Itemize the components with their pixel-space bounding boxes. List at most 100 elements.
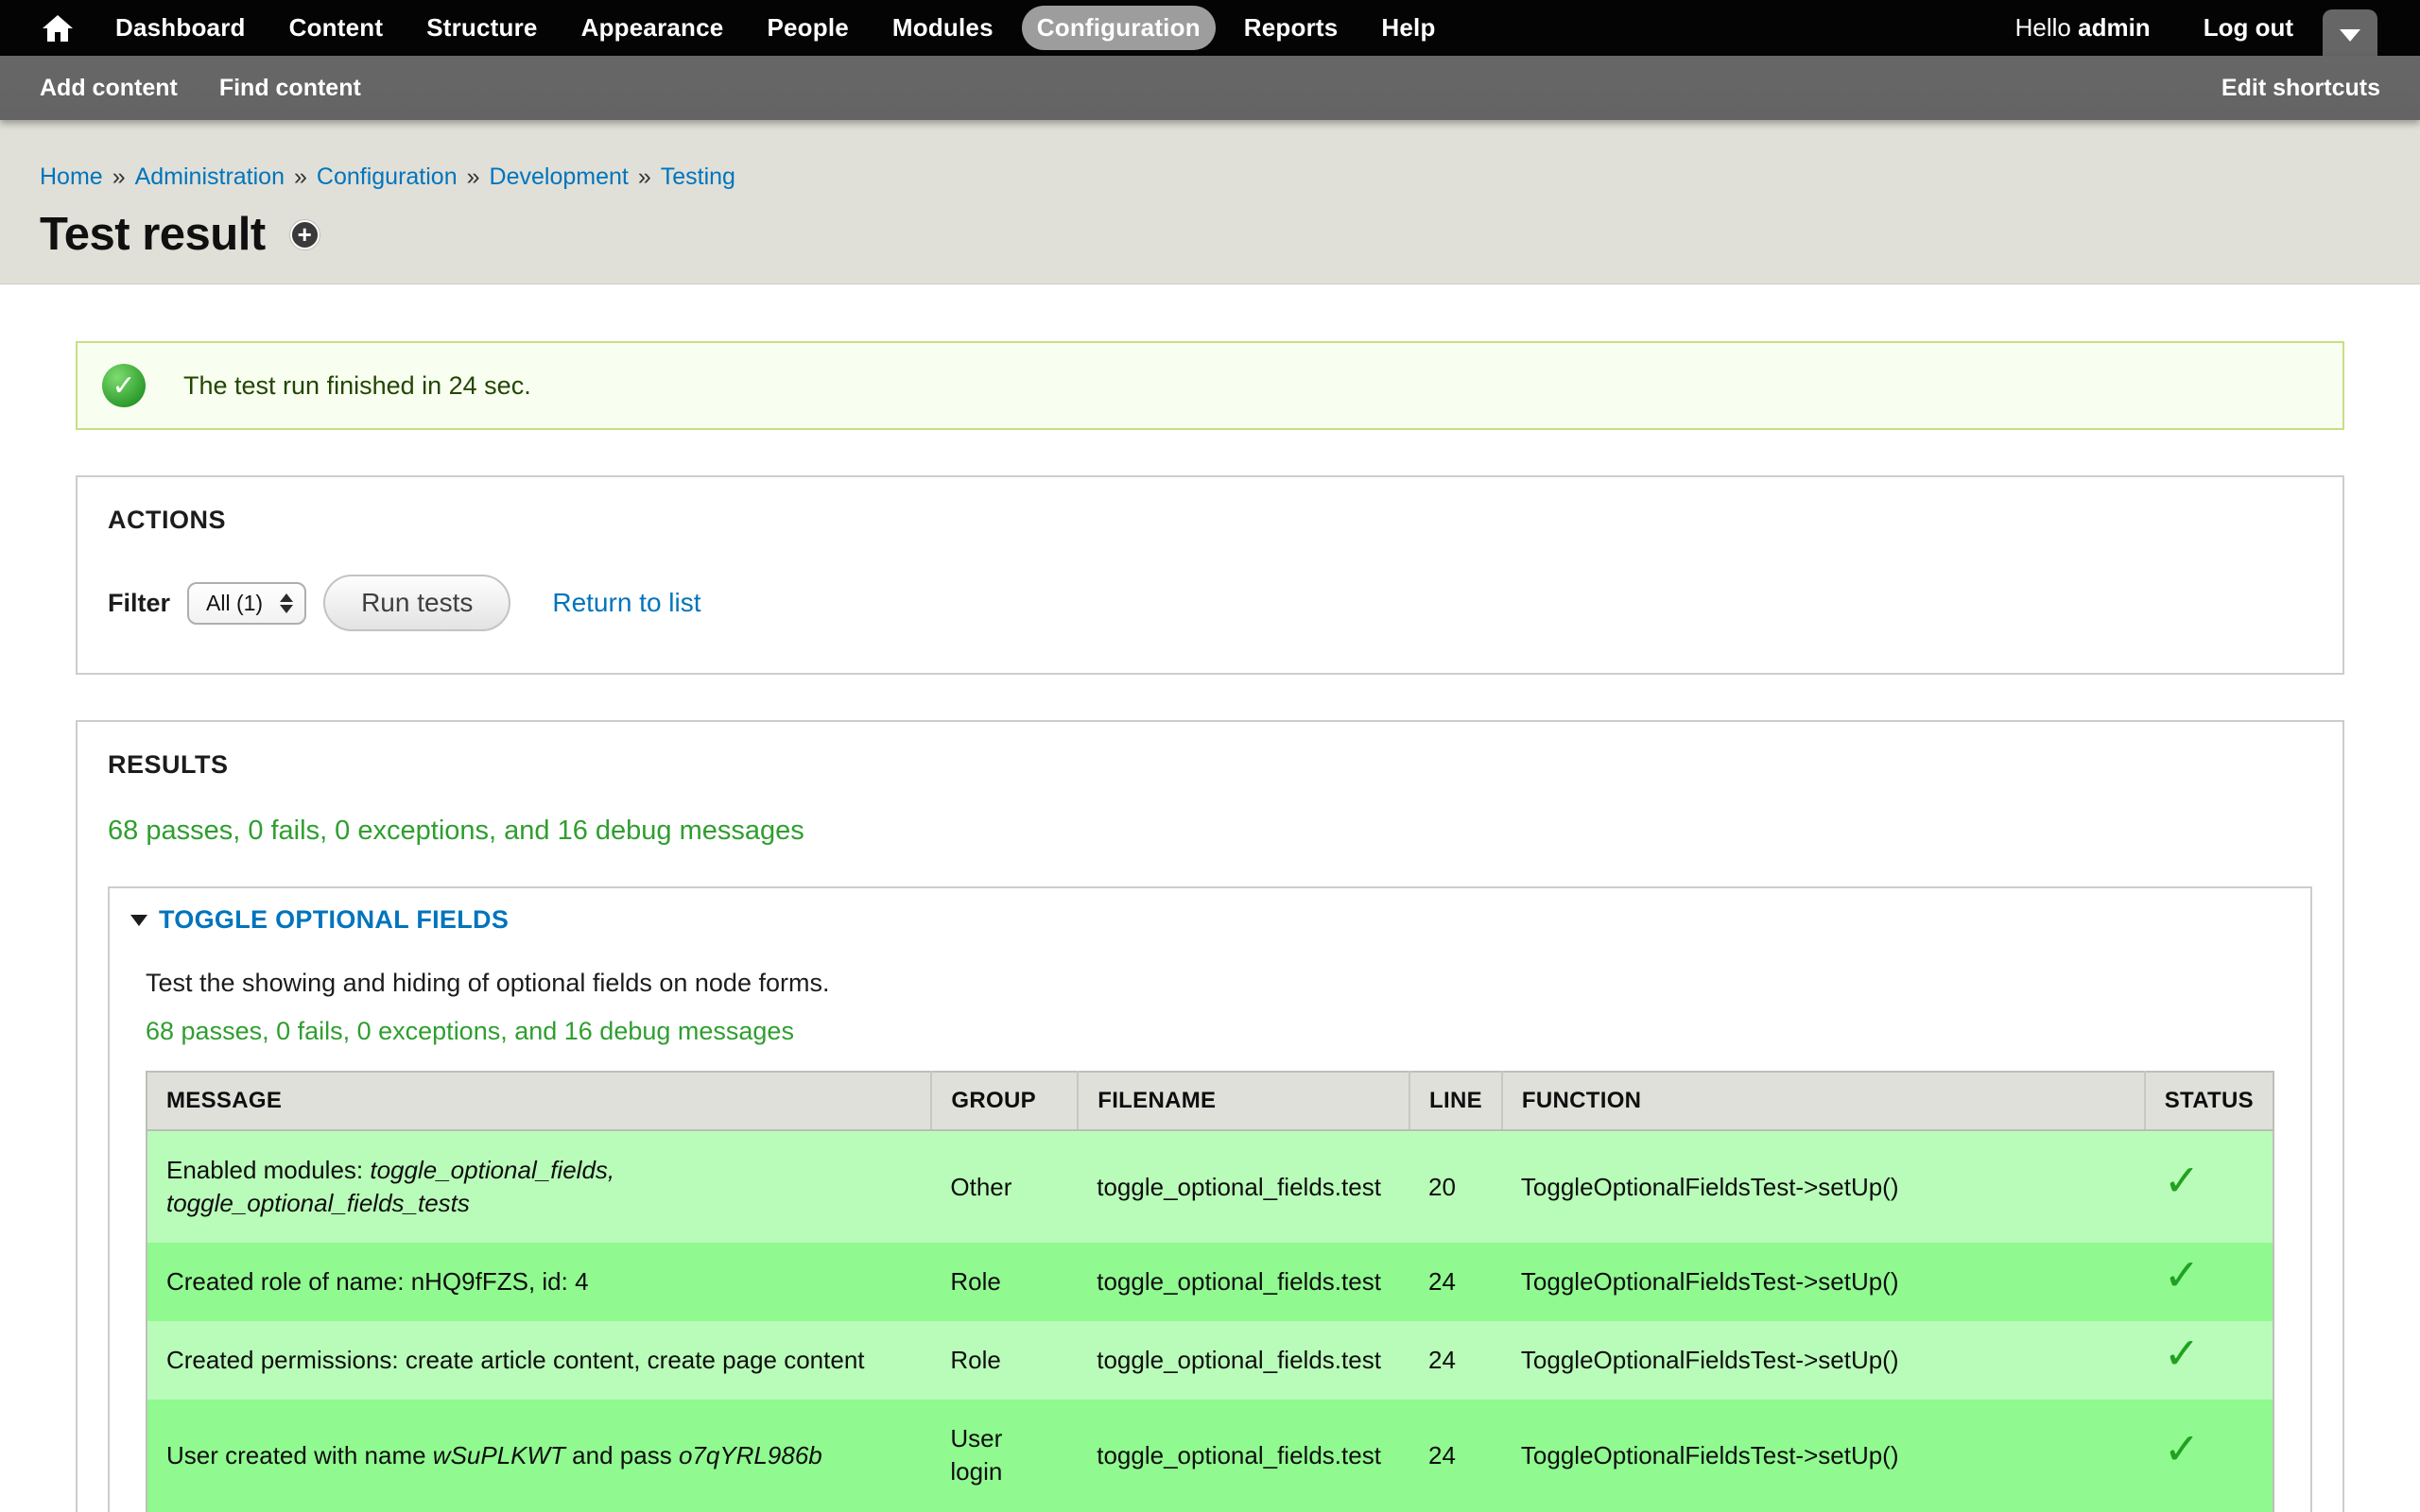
- fieldset-description: Test the showing and hiding of optional …: [146, 969, 2274, 998]
- breadcrumb-separator: »: [638, 163, 651, 190]
- admin-toolbar: Dashboard Content Structure Appearance Peopl…: [0, 0, 2420, 56]
- result-row: Enabled modules: toggle_optional_fields,…: [147, 1130, 2273, 1243]
- nav-item-dashboard[interactable]: Dashboard: [100, 6, 261, 50]
- breadcrumb-link-testing[interactable]: Testing: [661, 163, 735, 190]
- results-heading: RESULTS: [108, 750, 2312, 780]
- column-header-function: FUNCTION: [1502, 1072, 2145, 1130]
- return-to-list-link[interactable]: Return to list: [552, 588, 700, 618]
- results-table: MESSAGEGROUPFILENAMELINEFUNCTIONSTATUS E…: [146, 1071, 2274, 1512]
- breadcrumb: Home » Administration » Configuration » Develo…: [40, 163, 2380, 191]
- result-row: Created role of name: nHQ9fFZS, id: 4 Rol…: [147, 1243, 2273, 1321]
- nav-item-appearance[interactable]: Appearance: [566, 6, 739, 50]
- cell-status: ✓: [2145, 1400, 2273, 1511]
- collapse-arrow-icon: [130, 915, 147, 926]
- filter-label: Filter: [108, 589, 170, 618]
- breadcrumb-link-administration[interactable]: Administration: [135, 163, 285, 190]
- filter-select[interactable]: All (1): [187, 582, 306, 625]
- result-row: User created with name wSuPLKWT and pass…: [147, 1400, 2273, 1511]
- cell-line: 20: [1409, 1130, 1502, 1243]
- message-text-segment: Created role of name: nHQ9fFZS, id: 4: [166, 1267, 589, 1296]
- cell-status: ✓: [2145, 1243, 2273, 1321]
- cell-group: Role: [931, 1243, 1078, 1321]
- fieldset-summary: 68 passes, 0 fails, 0 exceptions, and 16…: [146, 1017, 2274, 1046]
- status-message-text: The test run finished in 24 sec.: [183, 371, 531, 401]
- breadcrumb-separator: »: [112, 163, 126, 190]
- cell-filename: toggle_optional_fields.test: [1078, 1321, 1409, 1400]
- home-icon[interactable]: [42, 14, 74, 43]
- caret-down-icon: [2340, 29, 2360, 42]
- message-text-segment: Created permissions: create article cont…: [166, 1346, 865, 1374]
- run-tests-button[interactable]: Run tests: [323, 575, 510, 631]
- fieldset-legend-link[interactable]: TOGGLE OPTIONAL FIELDS: [159, 905, 509, 935]
- add-to-shortcuts-icon[interactable]: +: [290, 220, 320, 249]
- cell-group: Other: [931, 1130, 1078, 1243]
- toolbar-nav: Dashboard Content Structure Appearance Peopl…: [100, 6, 1451, 50]
- cell-function: ToggleOptionalFieldsTest->setUp(): [1502, 1400, 2145, 1511]
- shortcut-link-find-content[interactable]: Find content: [219, 75, 361, 102]
- breadcrumb-link-configuration[interactable]: Configuration: [317, 163, 458, 190]
- actions-panel: ACTIONS Filter All (1) Run tests Return …: [76, 475, 2344, 675]
- filter-select-value: All (1): [206, 591, 263, 616]
- cell-message: Enabled modules: toggle_optional_fields,…: [147, 1130, 931, 1243]
- nav-item-help[interactable]: Help: [1366, 6, 1450, 50]
- shortcut-link-add-content[interactable]: Add content: [40, 75, 178, 102]
- shortcut-bar: Add content Find content Edit shortcuts: [0, 56, 2420, 120]
- column-header-filename: FILENAME: [1078, 1072, 1409, 1130]
- breadcrumb-separator: »: [467, 163, 480, 190]
- column-header-line: LINE: [1409, 1072, 1502, 1130]
- breadcrumb-link-development[interactable]: Development: [490, 163, 629, 190]
- nav-item-modules[interactable]: Modules: [877, 6, 1009, 50]
- results-panel: RESULTS 68 passes, 0 fails, 0 exceptions…: [76, 720, 2344, 1512]
- page-header: Home » Administration » Configuration » Develo…: [0, 120, 2420, 284]
- cell-line: 24: [1409, 1321, 1502, 1400]
- cell-message: Created role of name: nHQ9fFZS, id: 4: [147, 1243, 931, 1321]
- breadcrumb-link-home[interactable]: Home: [40, 163, 103, 190]
- greeting-text: Hello admin: [2015, 13, 2151, 43]
- cell-message: Created permissions: create article cont…: [147, 1321, 931, 1400]
- main-content: ✓ The test run finished in 24 sec. ACTIO…: [0, 284, 2420, 1512]
- toolbar-account-area: Hello admin Log out: [2015, 13, 2293, 43]
- fieldset-legend[interactable]: TOGGLE OPTIONAL FIELDS: [130, 905, 2274, 935]
- status-message: ✓ The test run finished in 24 sec.: [76, 341, 2344, 430]
- message-text-segment: User created with name: [166, 1441, 433, 1469]
- success-check-icon: ✓: [102, 364, 146, 407]
- cell-filename: toggle_optional_fields.test: [1078, 1130, 1409, 1243]
- actions-heading: ACTIONS: [108, 506, 2312, 535]
- toolbar-toggle-button[interactable]: [2323, 9, 2377, 57]
- test-fieldset: TOGGLE OPTIONAL FIELDS Test the showing …: [108, 886, 2312, 1512]
- select-stepper-icon: [280, 593, 293, 613]
- nav-item-content[interactable]: Content: [274, 6, 399, 50]
- nav-item-structure[interactable]: Structure: [411, 6, 552, 50]
- cell-function: ToggleOptionalFieldsTest->setUp(): [1502, 1130, 2145, 1243]
- cell-group: User login: [931, 1400, 1078, 1511]
- cell-group: Role: [931, 1321, 1078, 1400]
- message-text-segment: Enabled modules:: [166, 1156, 370, 1184]
- page-title: Test result: [40, 208, 266, 261]
- results-summary: 68 passes, 0 fails, 0 exceptions, and 16…: [108, 816, 2312, 847]
- message-text-segment: and pass: [565, 1441, 679, 1469]
- logout-link[interactable]: Log out: [2204, 13, 2293, 43]
- message-italic-segment: wSuPLKWT: [433, 1441, 565, 1469]
- cell-line: 24: [1409, 1400, 1502, 1511]
- nav-item-configuration[interactable]: Configuration: [1022, 6, 1216, 50]
- cell-line: 24: [1409, 1243, 1502, 1321]
- cell-function: ToggleOptionalFieldsTest->setUp(): [1502, 1321, 2145, 1400]
- cell-status: ✓: [2145, 1130, 2273, 1243]
- nav-item-reports[interactable]: Reports: [1229, 6, 1354, 50]
- shortcut-links: Add content Find content: [40, 75, 361, 102]
- cell-filename: toggle_optional_fields.test: [1078, 1400, 1409, 1511]
- nav-item-people[interactable]: People: [752, 6, 863, 50]
- column-header-status: STATUS: [2145, 1072, 2273, 1130]
- cell-function: ToggleOptionalFieldsTest->setUp(): [1502, 1243, 2145, 1321]
- results-table-header-row: MESSAGEGROUPFILENAMELINEFUNCTIONSTATUS: [147, 1072, 2273, 1130]
- cell-status: ✓: [2145, 1321, 2273, 1400]
- results-table-body: Enabled modules: toggle_optional_fields,…: [147, 1130, 2273, 1512]
- column-header-message: MESSAGE: [147, 1072, 931, 1130]
- message-italic-segment: o7qYRL986b: [679, 1441, 822, 1469]
- drupal-test-result-screen: Dashboard Content Structure Appearance Peopl…: [0, 0, 2420, 1512]
- edit-shortcuts-link[interactable]: Edit shortcuts: [2221, 75, 2380, 102]
- cell-filename: toggle_optional_fields.test: [1078, 1243, 1409, 1321]
- result-row: Created permissions: create article cont…: [147, 1321, 2273, 1400]
- column-header-group: GROUP: [931, 1072, 1078, 1130]
- cell-message: User created with name wSuPLKWT and pass…: [147, 1400, 931, 1511]
